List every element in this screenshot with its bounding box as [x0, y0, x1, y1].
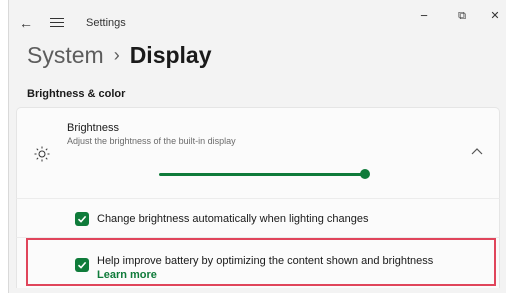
- highlight-box: [26, 238, 496, 286]
- slider-track[interactable]: [159, 173, 362, 176]
- hamburger-menu-icon[interactable]: [50, 18, 64, 28]
- brightness-description: Adjust the brightness of the built-in di…: [67, 136, 236, 146]
- title-bar: ← Settings − ⧉ ✕: [9, 0, 506, 34]
- slider-thumb[interactable]: [360, 169, 370, 179]
- brightness-card[interactable]: [16, 107, 500, 198]
- back-arrow-icon[interactable]: ←: [18, 15, 34, 31]
- breadcrumb-display: Display: [129, 42, 212, 68]
- minimize-button[interactable]: −: [414, 6, 434, 26]
- section-heading: Brightness & color: [27, 88, 126, 100]
- auto-brightness-checkbox[interactable]: [75, 212, 89, 226]
- close-button[interactable]: ✕: [485, 6, 505, 26]
- breadcrumb-separator-icon: ›: [113, 45, 120, 65]
- page-title: System › Display: [27, 42, 212, 69]
- brightness-slider[interactable]: [159, 168, 372, 180]
- sun-icon: [34, 146, 50, 162]
- restore-button[interactable]: ⧉: [452, 6, 472, 26]
- window-title: Settings: [86, 17, 126, 29]
- breadcrumb-system[interactable]: System: [27, 42, 104, 68]
- chevron-up-icon[interactable]: [470, 146, 484, 158]
- auto-brightness-label: Change brightness automatically when lig…: [97, 213, 369, 225]
- checkmark-icon: [77, 215, 87, 223]
- brightness-label: Brightness: [67, 122, 119, 134]
